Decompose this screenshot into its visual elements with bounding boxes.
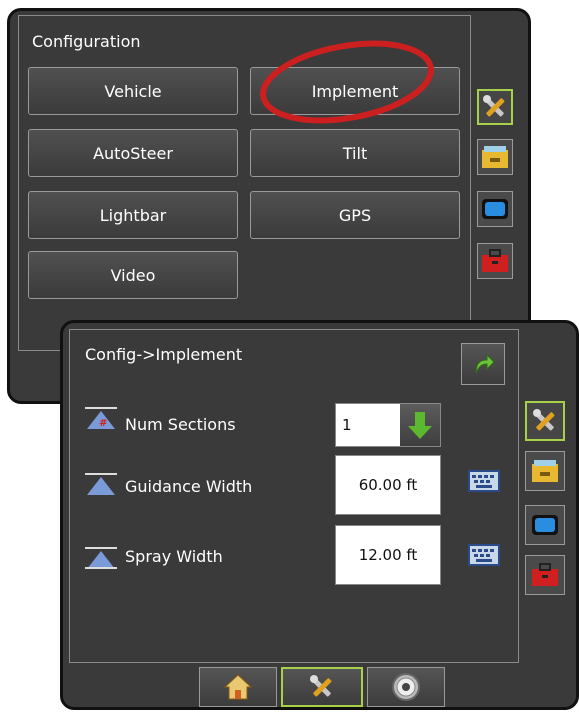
highlight-circle [260, 40, 434, 124]
toolbox-icon [482, 249, 508, 272]
nav-gauge-button[interactable] [367, 667, 445, 707]
tools-icon [483, 95, 505, 117]
tab-display[interactable] [477, 191, 513, 227]
spray-width-label: Spray Width [125, 547, 223, 566]
vehicle-button[interactable]: Vehicle [28, 67, 238, 115]
autosteer-button[interactable]: AutoSteer [28, 129, 238, 177]
tab-tools[interactable] [477, 89, 513, 125]
implement-title: Config->Implement [85, 345, 243, 364]
home-icon [223, 674, 253, 700]
configuration-title: Configuration [32, 32, 141, 51]
spray-width-icon [85, 547, 117, 569]
toolbox-icon [532, 563, 558, 586]
num-sections-icon: # [85, 407, 117, 429]
implement-panel [69, 329, 519, 663]
guidance-width-field[interactable]: 60.00 ft [335, 455, 441, 515]
back-button[interactable] [461, 343, 505, 385]
gps-button[interactable]: GPS [250, 191, 460, 239]
num-sections-value: 1 [342, 416, 352, 434]
num-sections-field[interactable]: 1 [335, 403, 441, 447]
tools-icon [533, 409, 555, 431]
num-sections-label: Num Sections [125, 415, 236, 434]
spray-width-field[interactable]: 12.00 ft [335, 525, 441, 585]
tab-folder[interactable] [477, 139, 513, 175]
implement-screen: Config->Implement # Num Sections 1 Guida… [60, 320, 579, 710]
folder-icon [482, 146, 508, 168]
tab-display[interactable] [525, 505, 565, 545]
decrement-button[interactable] [400, 404, 440, 446]
nav-tools-button[interactable] [281, 667, 363, 707]
screen-icon [482, 199, 508, 219]
keyboard-icon [468, 470, 500, 492]
video-button[interactable]: Video [28, 251, 238, 299]
folder-icon [532, 460, 558, 482]
tab-toolbox[interactable] [525, 555, 565, 595]
down-arrow-icon [408, 412, 432, 439]
gauge-icon [392, 673, 420, 701]
tools-icon [310, 675, 332, 697]
return-arrow-icon [475, 353, 495, 374]
guidance-width-icon [85, 473, 117, 495]
guidance-width-label: Guidance Width [125, 477, 253, 496]
nav-home-button[interactable] [199, 667, 277, 707]
guidance-width-keyboard-button[interactable] [467, 468, 501, 494]
tab-tools[interactable] [525, 401, 565, 441]
tab-folder[interactable] [525, 451, 565, 491]
svg-text:#: # [99, 418, 107, 429]
lightbar-button[interactable]: Lightbar [28, 191, 238, 239]
tab-toolbox[interactable] [477, 243, 513, 279]
screen-icon [532, 515, 558, 535]
tilt-button[interactable]: Tilt [250, 129, 460, 177]
spray-width-keyboard-button[interactable] [467, 542, 501, 568]
keyboard-icon [468, 544, 500, 566]
